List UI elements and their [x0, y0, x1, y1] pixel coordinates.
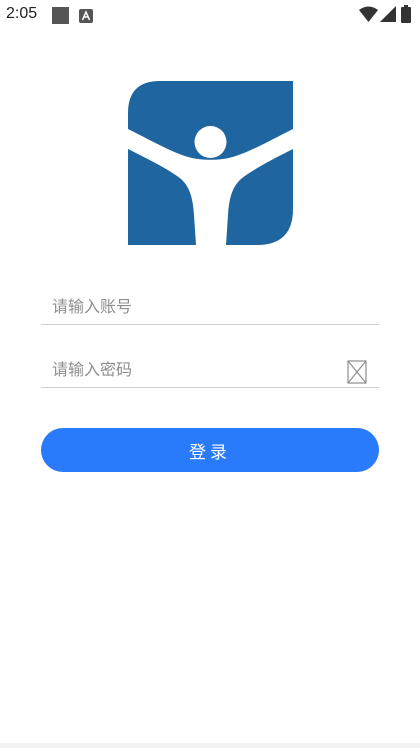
status-time: 2:05 — [6, 5, 38, 22]
notification-square-icon — [52, 7, 69, 24]
status-bar: 2:05 — [0, 0, 420, 30]
keyboard-a-icon — [79, 9, 93, 23]
account-field — [41, 284, 379, 325]
battery-icon — [401, 5, 411, 23]
navigation-bar — [0, 743, 420, 748]
password-input[interactable] — [52, 355, 332, 383]
password-field — [41, 347, 379, 388]
signal-icon — [380, 6, 396, 22]
password-visibility-icon[interactable] — [347, 360, 367, 384]
login-button[interactable]: 登录 — [41, 428, 379, 472]
wifi-icon — [359, 6, 378, 22]
app-logo — [128, 81, 293, 245]
account-input[interactable] — [52, 292, 332, 320]
